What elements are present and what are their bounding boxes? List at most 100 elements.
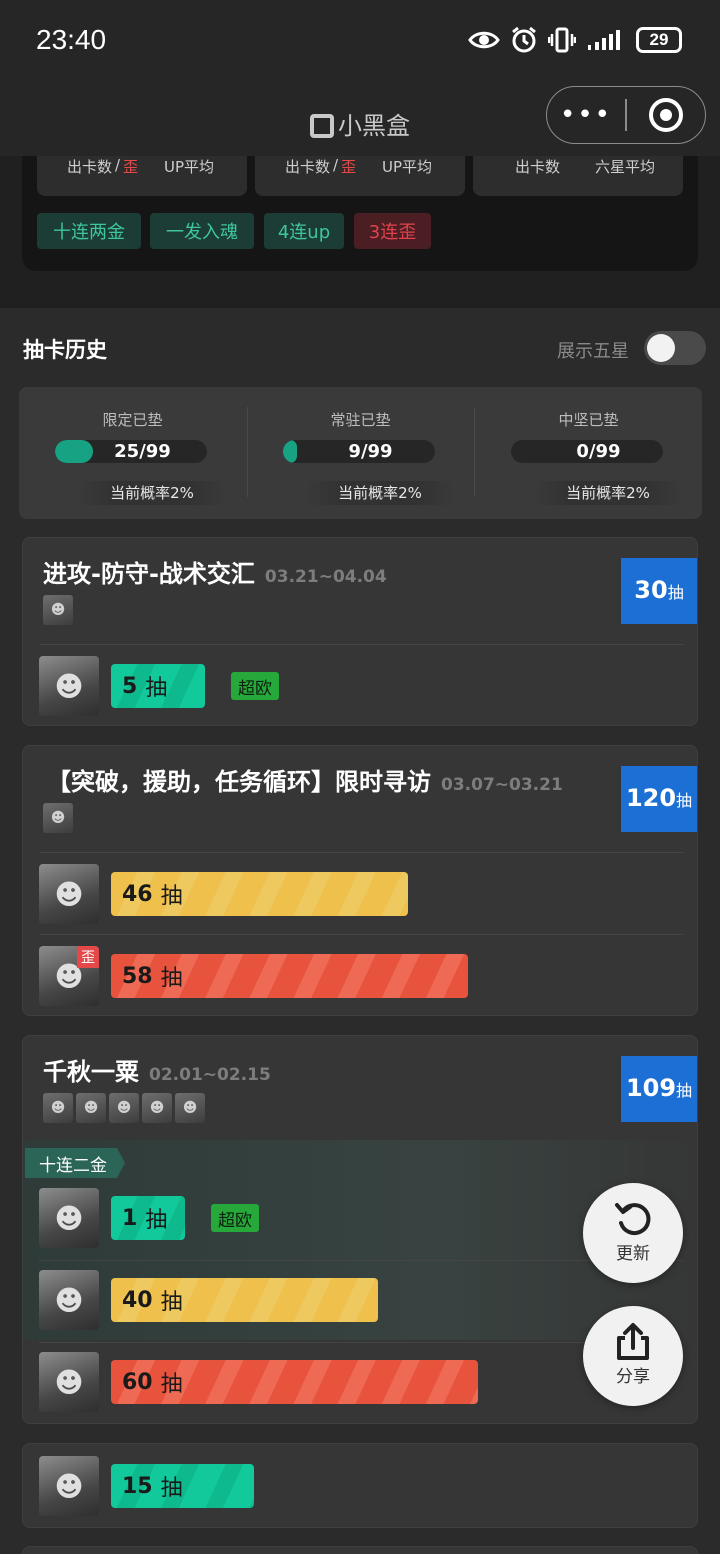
pity-label: 中坚已垫 [558,411,619,429]
stat-label: 出卡数 [285,158,331,176]
pity-value: 0/99 [576,441,621,462]
pity-label: 限定已垫 [102,411,163,429]
stat-box-core: 出卡数 六星平均 [473,156,683,196]
summary-card: 出卡数 / 歪 UP平均 出卡数 / 歪 UP平均 出卡数 六星平均 十连两金 … [22,156,698,271]
share-button[interactable]: 分享 [583,1306,683,1406]
operator-thumb: ☻ [43,1093,73,1123]
vibrate-icon [548,27,576,53]
tag-three-off: 3连歪 [354,213,431,249]
banner-title: 【突破，援助，任务循环】限时寻访 03.07~03.21 [47,768,563,796]
operator-thumb: ☻ [76,1093,106,1123]
history-title: 抽卡历史 [23,338,107,362]
share-icon [617,1323,649,1360]
stat-label: 出卡数 [515,158,561,176]
pity-rate: 当前概率2% [305,481,455,505]
operator-thumb: ☻ [142,1093,172,1123]
pity-value: 25/99 [114,441,171,462]
pull-count-bar: 60 抽 [111,1360,478,1404]
banner-card[interactable]: 【突破，援助，任务循环】限时寻访 03.07~03.21 120 抽 ☻ ☻ 46 抽… [22,745,698,1016]
divider [39,852,683,853]
operator-thumb: ☻ [109,1093,139,1123]
total-pulls-badge: 109 抽 [621,1056,697,1122]
more-button[interactable]: ••• [547,100,625,130]
banner-card[interactable] [22,1546,698,1554]
operator-thumb: ☻ [43,803,73,833]
stat-wai-label: 歪 [123,158,139,176]
banner-title: 千秋一粟 02.01~02.15 [43,1058,271,1086]
pity-panel: 限定已垫 25/99 当前概率2% 常驻已垫 9/99 当前概率2% 中坚已垫 … [19,387,702,519]
total-pulls-badge: 30 抽 [621,558,697,624]
banner-card[interactable]: ☻ 15 抽 [22,1443,698,1528]
banner-date: 03.21~04.04 [264,567,387,587]
divider [39,934,683,935]
stat-box-standard: 出卡数 / 歪 UP平均 [255,156,465,196]
pull-count-bar: 40 抽 [111,1278,378,1322]
refresh-label: 更新 [616,1244,650,1264]
operator-avatar: ☻ [39,1352,99,1412]
app-title-text: 小黑盒 [338,112,410,140]
pull-count-bar: 1抽 [111,1196,185,1240]
pull-row: ☻ 40 抽 [39,1266,683,1334]
operator-avatar: ☻ 歪 [39,946,99,1006]
pity-rate: 当前概率2% [77,481,227,505]
close-program-button[interactable] [627,98,705,132]
operator-avatar: ☻ [39,656,99,716]
operator-thumb: ☻ [175,1093,205,1123]
six-star-avatars: ☻ [43,595,73,625]
operator-avatar: ☻ [39,1456,99,1516]
stat-up-avg-label: UP平均 [164,158,215,176]
operator-thumb: ☻ [43,595,73,625]
banner-date: 03.07~03.21 [441,775,563,795]
status-bar: 23:40 29 [0,0,720,84]
stat-slash: / [333,156,339,174]
banner-card[interactable]: 进攻-防守-战术交汇 03.21~04.04 30 抽 ☻ ☻ 5抽 超欧 [22,537,698,726]
refresh-icon [615,1203,651,1236]
pity-core: 中坚已垫 0/99 当前概率2% [475,387,702,519]
pull-count-bar: 58 抽 [111,954,468,998]
lucky-badge: 超欧 [211,1204,259,1232]
pull-count-bar: 5抽 [111,664,205,708]
stat-label: 出卡数 [67,158,113,176]
total-pulls-badge: 120 抽 [621,766,697,832]
tag-first-pull: 一发入魂 [150,213,254,249]
pity-label: 常驻已垫 [330,411,391,429]
pull-row: ☻ 46 抽 [39,860,683,928]
stat-six-star-avg-label: 六星平均 [595,158,656,176]
alarm-icon [512,26,536,53]
pity-value: 9/99 [348,441,393,462]
show-five-star-label: 展示五星 [557,341,629,362]
banner-date: 02.01~02.15 [149,1065,271,1085]
tag-ten-pull-two-gold: 十连两金 [37,213,141,249]
target-icon [649,98,683,132]
lucky-badge: 超欧 [231,672,279,700]
show-five-star-toggle[interactable] [644,331,706,365]
eye-icon [468,31,500,49]
status-icons: 29 [468,26,682,54]
tag-four-up: 4连up [264,213,344,249]
share-label: 分享 [616,1367,650,1387]
pity-standard: 常驻已垫 9/99 当前概率2% [247,387,474,519]
six-star-avatars: ☻ [43,803,73,833]
off-banner-badge: 歪 [77,946,99,968]
mini-program-capsule: ••• [546,86,706,144]
stat-up-avg-label: UP平均 [382,158,433,176]
operator-avatar: ☻ [39,1188,99,1248]
banner-title: 进攻-防守-战术交汇 03.21~04.04 [43,560,387,588]
clock: 23:40 [36,24,107,55]
pull-row: ☻ 5抽 超欧 [39,652,683,720]
stat-box-limited: 出卡数 / 歪 UP平均 [37,156,247,196]
nav-bar: 小黑盒 ••• [0,84,720,156]
stat-wai-label: 歪 [341,158,357,176]
ten-pull-two-gold-tag: 十连二金 [25,1148,125,1178]
pity-rate: 当前概率2% [533,481,683,505]
refresh-button[interactable]: 更新 [583,1183,683,1283]
pull-count-bar: 15 抽 [111,1464,254,1508]
stat-slash: / [115,156,121,174]
pull-count-bar: 46 抽 [111,872,408,916]
toggle-knob [647,334,675,362]
pull-row: ☻ 15 抽 [39,1452,683,1520]
app-logo-icon [310,114,334,138]
signal-icon [588,30,620,50]
six-star-avatars: ☻ ☻ ☻ ☻ ☻ [43,1093,205,1123]
pity-limited: 限定已垫 25/99 当前概率2% [19,387,246,519]
